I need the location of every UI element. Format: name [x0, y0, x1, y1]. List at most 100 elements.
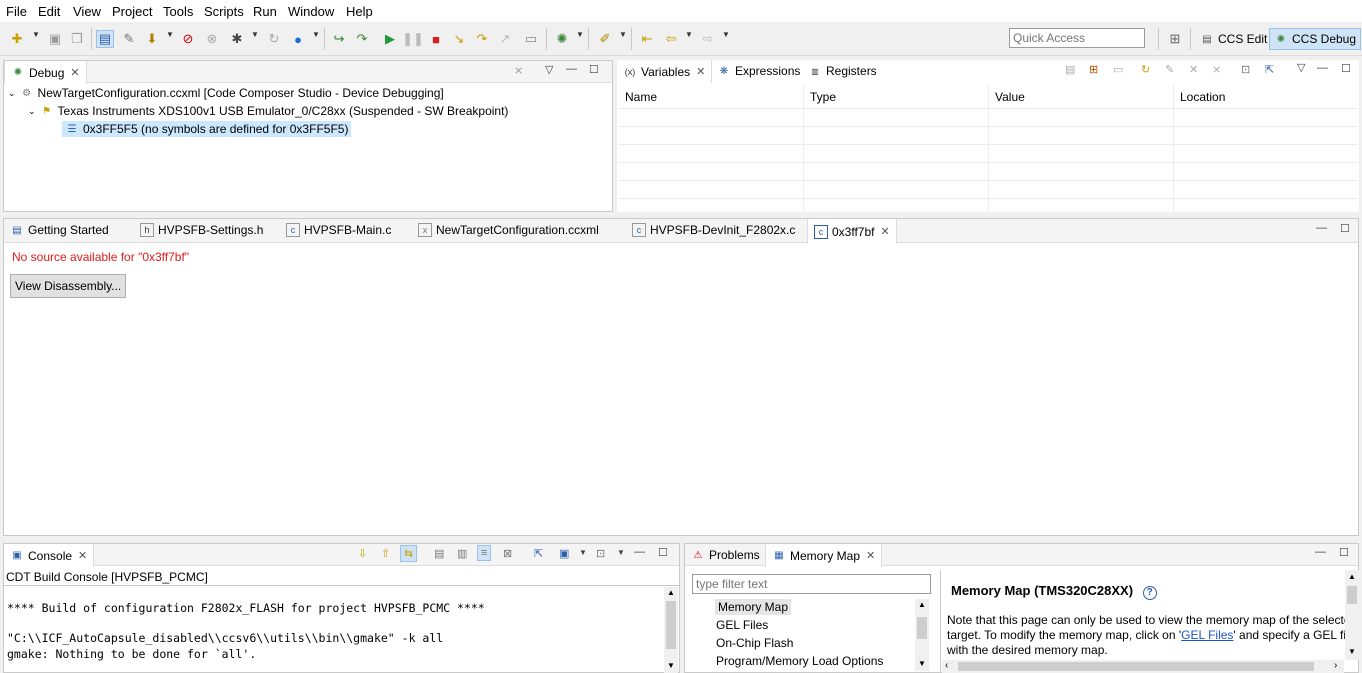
view-disassembly-button[interactable]: View Disassembly...	[10, 274, 127, 298]
open-console-icon[interactable]: ⊡	[596, 547, 605, 560]
tab-variables[interactable]: (x) Variables ✕	[617, 60, 713, 83]
skip-breakpoints-icon[interactable]: ⊗	[203, 30, 221, 48]
remove-breakpoint-icon[interactable]: ⊘	[179, 30, 197, 48]
menu-edit[interactable]: Edit	[38, 4, 60, 19]
pin-icon[interactable]: ⇱	[1265, 63, 1274, 76]
assembly-step-over-icon[interactable]: ↷	[353, 30, 371, 48]
help-icon[interactable]: ?	[1142, 586, 1157, 600]
open-console-dropdown-icon[interactable]: ▼	[617, 548, 625, 557]
menu-scripts[interactable]: Scripts	[204, 4, 244, 19]
back-dropdown-icon[interactable]: ▼	[685, 30, 693, 39]
menu-run[interactable]: Run	[253, 4, 277, 19]
horizontal-scrollbar[interactable]: ‹ ›	[942, 660, 1344, 673]
tab-settings-h[interactable]: h HVPSFB-Settings.h	[134, 219, 269, 241]
step-into-icon[interactable]: ↘	[450, 30, 468, 48]
maximize-icon[interactable]: ☐	[1341, 62, 1351, 75]
chevron-down-icon[interactable]: ⌄	[28, 106, 36, 117]
perspective-ccs-debug[interactable]: ✺ CCS Debug	[1269, 28, 1362, 50]
tab-devinit-c[interactable]: c HVPSFB-DevInit_F2802x.c	[626, 219, 801, 241]
tree-item-stack-frame[interactable]: ☰ 0x3FF5F5 (no symbols are defined for 0…	[62, 121, 352, 137]
save-icon[interactable]: ▣	[46, 30, 64, 48]
scroll-down-icon[interactable]: ▼	[918, 659, 926, 668]
tab-main-c[interactable]: c HVPSFB-Main.c	[280, 219, 397, 241]
screen-icon[interactable]: ▭	[522, 30, 540, 48]
pin-console-icon[interactable]: ⇱	[534, 547, 543, 560]
word-wrap-icon[interactable]: ≡	[477, 545, 492, 561]
minimize-icon[interactable]: —	[566, 63, 577, 75]
reset-dropdown-icon[interactable]: ▼	[312, 30, 320, 39]
scroll-right-icon[interactable]: ›	[1334, 660, 1337, 671]
view-menu-icon[interactable]: ▽	[1297, 61, 1305, 74]
external-tools-icon[interactable]: ✐	[596, 30, 614, 48]
debug-icon[interactable]: ✺	[553, 30, 571, 48]
chevron-down-icon[interactable]: ⌄	[8, 88, 16, 99]
menu-view[interactable]: View	[73, 4, 101, 19]
close-icon[interactable]: ✕	[70, 66, 79, 79]
filter-input[interactable]	[692, 574, 931, 594]
close-icon[interactable]: ✕	[696, 65, 705, 78]
close-icon[interactable]: ✕	[880, 225, 889, 238]
tab-problems[interactable]: ⚠ Problems	[685, 544, 766, 566]
details-scrollbar[interactable]: ▲ ▼	[1345, 570, 1359, 660]
minimize-icon[interactable]: —	[1317, 62, 1328, 74]
show-type-names-icon[interactable]: ⊞	[1089, 63, 1098, 76]
last-edit-location-icon[interactable]: ⇤	[638, 30, 656, 48]
maximize-icon[interactable]: ☐	[1339, 546, 1349, 559]
assembly-step-into-icon[interactable]: ↪	[330, 30, 348, 48]
menu-tools[interactable]: Tools	[163, 4, 193, 19]
menu-file[interactable]: File	[6, 4, 27, 19]
restart-icon[interactable]: ↻	[265, 30, 283, 48]
next-error-icon[interactable]: ⇩	[358, 547, 367, 560]
quick-access-input[interactable]	[1009, 28, 1145, 48]
remove-icon[interactable]: ✕	[1189, 63, 1198, 76]
debug-dropdown-icon[interactable]: ▼	[576, 30, 584, 39]
step-over-icon[interactable]: ↷	[473, 30, 491, 48]
load-dropdown-icon[interactable]: ▼	[166, 30, 174, 39]
new-icon[interactable]: ✚	[8, 30, 26, 48]
scrollbar-thumb[interactable]	[958, 662, 1314, 671]
add-expression-icon[interactable]: ✎	[1165, 63, 1174, 76]
scroll-left-icon[interactable]: ‹	[945, 660, 948, 671]
maximize-icon[interactable]: ☐	[1340, 222, 1350, 235]
gel-files-link[interactable]: GEL Files	[1181, 628, 1233, 642]
scrollbar-thumb[interactable]	[666, 601, 676, 649]
view-menu-icon[interactable]: ▽	[545, 63, 553, 76]
scroll-lock-icon[interactable]: ▥	[457, 547, 467, 560]
tab-expressions[interactable]: ❋ Expressions	[711, 60, 806, 82]
new-dropdown-icon[interactable]: ▼	[32, 30, 40, 39]
list-item-program-load-options[interactable]: Program/Memory Load Options	[716, 654, 883, 668]
debug-view-toggle-icon[interactable]: ▤	[96, 30, 114, 48]
scroll-down-icon[interactable]: ▼	[1348, 647, 1356, 656]
perspective-ccs-edit[interactable]: ▤ CCS Edit	[1196, 28, 1271, 50]
previous-error-icon[interactable]: ⇧	[381, 547, 390, 560]
scroll-down-icon[interactable]: ▼	[667, 661, 675, 670]
breakpoint-dropdown-icon[interactable]: ▼	[251, 30, 259, 39]
tab-console[interactable]: ▣ Console ✕	[4, 544, 95, 567]
tree-item-target-config[interactable]: ⌄ ⚙ NewTargetConfiguration.ccxml [Code C…	[8, 86, 444, 100]
tab-address[interactable]: c 0x3ff7bf ✕	[807, 219, 897, 244]
tab-memory-map[interactable]: ▦ Memory Map ✕	[765, 544, 883, 567]
tab-getting-started[interactable]: ▤ Getting Started	[4, 219, 115, 241]
remove-terminated-icon[interactable]: ⨯	[514, 64, 523, 77]
clear-console-icon[interactable]: ⊠	[503, 547, 512, 560]
list-scrollbar[interactable]: ▲ ▼	[915, 599, 929, 671]
menu-window[interactable]: Window	[288, 4, 334, 19]
maximize-icon[interactable]: ☐	[658, 546, 668, 559]
new-view-icon[interactable]: ⊡	[1241, 63, 1250, 76]
resume-icon[interactable]: ▶	[381, 30, 399, 48]
scrollbar-thumb[interactable]	[1347, 586, 1357, 604]
list-item-gel-files[interactable]: GEL Files	[716, 618, 768, 632]
scroll-up-icon[interactable]: ▲	[667, 588, 675, 597]
copy-build-log-icon[interactable]: ▤	[434, 547, 444, 560]
tools-dropdown-icon[interactable]: ▼	[619, 30, 627, 39]
suspend-icon[interactable]: ❚❚	[402, 30, 424, 48]
menu-help[interactable]: Help	[346, 4, 373, 19]
column-header-value[interactable]: Value	[995, 90, 1025, 104]
display-dropdown-icon[interactable]: ▼	[579, 548, 587, 557]
scrollbar-thumb[interactable]	[917, 617, 927, 639]
forward-icon[interactable]: ⇨	[699, 30, 717, 48]
link-with-editor-icon[interactable]: ⇆	[400, 545, 418, 562]
minimize-icon[interactable]: —	[1315, 546, 1326, 558]
tab-registers[interactable]: ▥ Registers	[802, 60, 883, 82]
column-header-type[interactable]: Type	[810, 90, 836, 104]
